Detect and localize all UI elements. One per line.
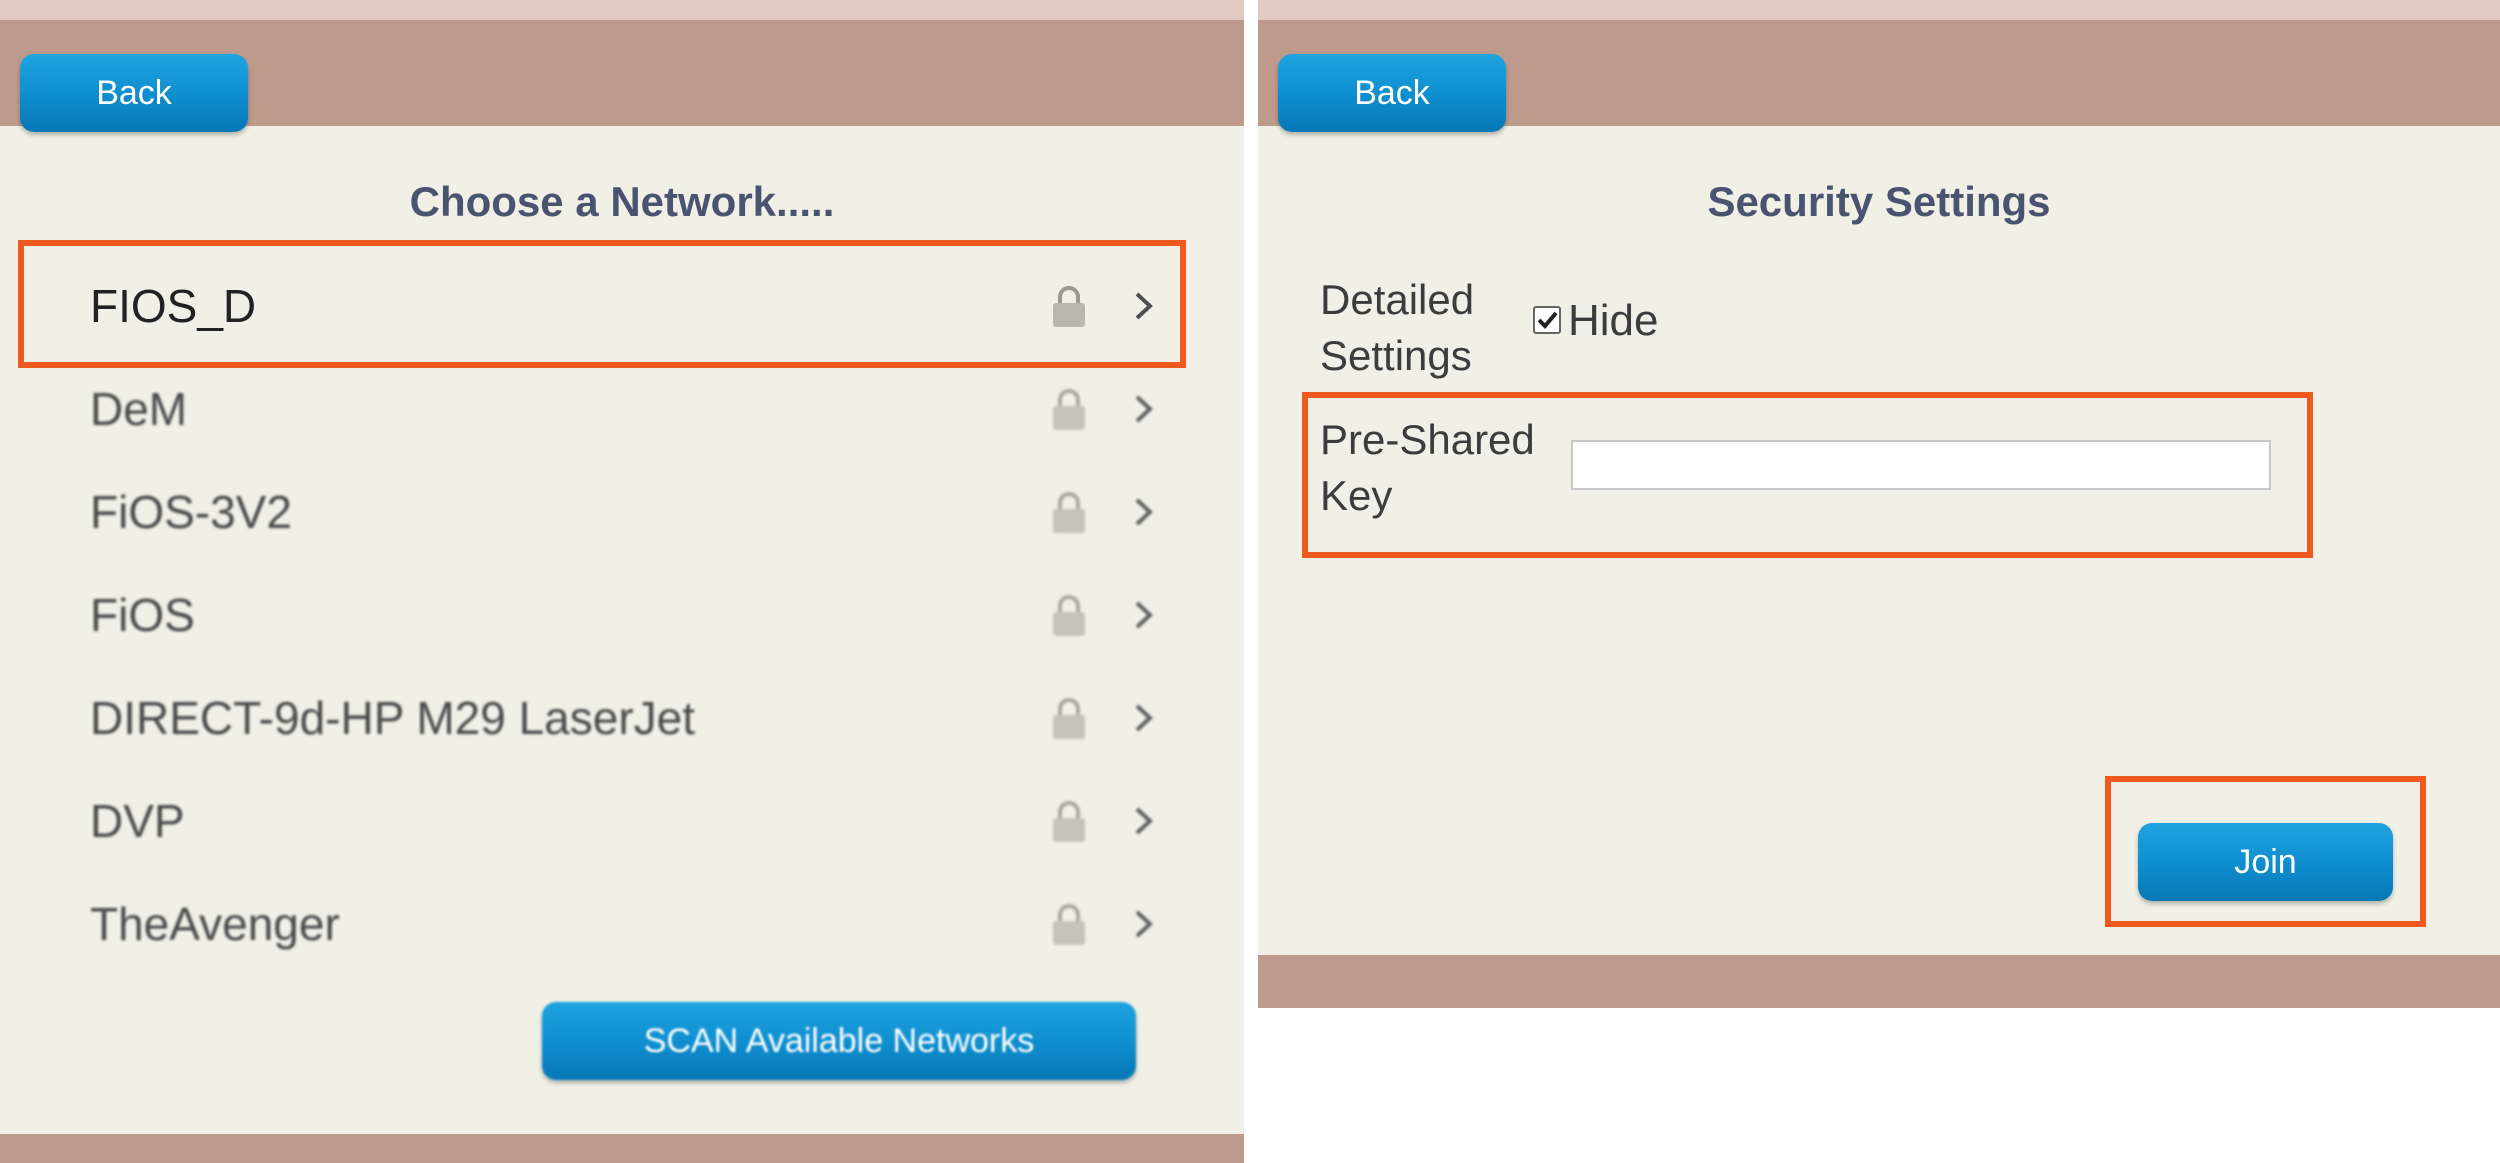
footer-bar	[0, 1134, 1244, 1163]
security-settings-panel: Back Security Settings Detailed Settings…	[1258, 0, 2500, 1008]
top-strip	[0, 0, 1244, 20]
network-item-direct-hp[interactable]: DIRECT-9d-HP M29 LaserJet	[20, 667, 1180, 769]
chevron-right-icon	[1135, 910, 1153, 938]
chevron-right-icon	[1135, 704, 1153, 732]
back-button[interactable]: Back	[1278, 54, 1506, 132]
header-bar: Back	[0, 20, 1244, 132]
network-name: FIOS_D	[90, 280, 257, 332]
chevron-right-icon	[1135, 601, 1153, 629]
network-item-dvp[interactable]: DVP	[20, 770, 1180, 872]
back-button[interactable]: Back	[20, 54, 248, 132]
network-item-fios-3v2[interactable]: FiOS-3V2	[20, 461, 1180, 563]
pre-shared-key-input[interactable]	[1571, 440, 2271, 490]
network-name: DIRECT-9d-HP M29 LaserJet	[90, 692, 696, 744]
choose-network-panel: Back Choose a Network..... FIOS_D DeM Fi…	[0, 0, 1244, 1163]
hide-checkbox[interactable]	[1533, 306, 1561, 334]
checkmark-icon	[1537, 311, 1558, 329]
join-button[interactable]: Join	[2138, 823, 2393, 901]
lock-icon	[1053, 595, 1085, 636]
network-item-dem[interactable]: DeM	[20, 358, 1180, 460]
network-name: TheAvenger	[90, 898, 340, 950]
network-name: DVP	[90, 795, 185, 847]
lock-icon	[1053, 389, 1085, 430]
network-name: FiOS	[90, 589, 195, 641]
lock-icon	[1053, 492, 1085, 533]
network-item-fios[interactable]: FiOS	[20, 564, 1180, 666]
lock-icon	[1053, 286, 1085, 327]
footer-bar	[1258, 955, 2500, 1008]
network-name: DeM	[90, 383, 188, 435]
lock-icon	[1053, 801, 1085, 842]
page-title: Choose a Network.....	[409, 178, 835, 225]
network-name: FiOS-3V2	[90, 486, 292, 538]
scan-networks-button[interactable]: SCAN Available Networks	[542, 1002, 1136, 1080]
lock-icon	[1053, 698, 1085, 739]
chevron-right-icon	[1135, 498, 1153, 526]
top-strip	[1258, 0, 2500, 20]
chevron-right-icon	[1135, 395, 1153, 423]
network-item-theavenger[interactable]: TheAvenger	[20, 873, 1180, 975]
lock-icon	[1053, 904, 1085, 945]
page-title: Security Settings	[1707, 178, 2051, 225]
hide-label: Hide	[1568, 296, 1659, 345]
chevron-right-icon	[1135, 807, 1153, 835]
header-bar: Back	[1258, 20, 2500, 132]
network-item-fios-d[interactable]: FIOS_D	[20, 255, 1180, 357]
chevron-right-icon	[1135, 292, 1153, 320]
pre-shared-key-label: Pre-Shared Key	[1320, 416, 1535, 519]
detailed-settings-label: Detailed Settings	[1320, 276, 1475, 379]
